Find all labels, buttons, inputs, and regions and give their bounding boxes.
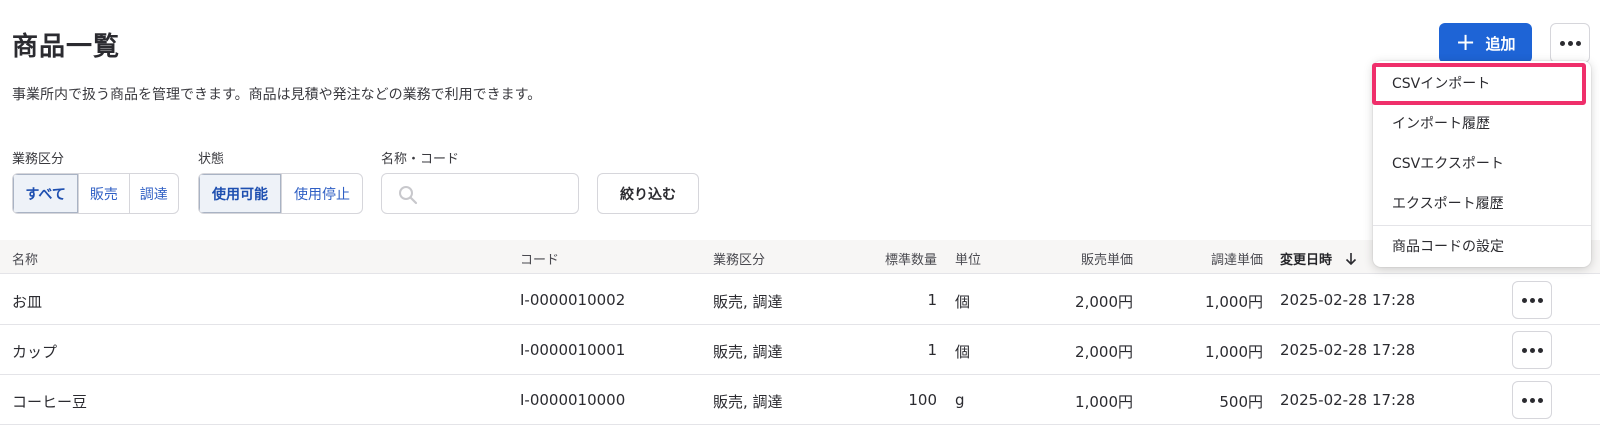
column-header-updated-at[interactable]: 変更日時 <box>1280 249 1357 270</box>
menu-item-csv-export[interactable]: CSVエクスポート <box>1373 143 1591 183</box>
cell-updated-at: 2025-02-28 17:28 <box>1280 391 1416 409</box>
menu-item-export-history[interactable]: エクスポート履歴 <box>1373 183 1591 223</box>
business-type-option-sales[interactable]: 販売 <box>78 174 128 213</box>
cell-name: コーヒー豆 <box>12 393 88 411</box>
status-option-active[interactable]: 使用可能 <box>199 174 281 213</box>
column-header-sales-price[interactable]: 販売単価 <box>1033 249 1133 268</box>
cell-code: I-0000010000 <box>520 391 626 409</box>
cell-sales-price: 1,000円 <box>1075 393 1133 411</box>
table-row[interactable]: お皿 I-0000010002 販売, 調達 1 個 2,000円 1,000円… <box>0 275 1600 325</box>
more-horizontal-icon <box>1521 347 1543 353</box>
cell-sales-price: 2,000円 <box>1075 343 1133 361</box>
cell-business-type: 販売, 調達 <box>713 343 783 361</box>
search-filter-label: 名称・コード <box>381 152 460 167</box>
table-header: 名称 コード 業務区分 標準数量 単位 販売単価 調達単価 変更日時 <box>0 240 1600 274</box>
column-header-standard-qty[interactable]: 標準数量 <box>857 249 937 268</box>
cell-name: カップ <box>12 343 58 361</box>
add-button[interactable]: + 追加 <box>1439 23 1532 63</box>
status-filter-label: 状態 <box>198 152 225 167</box>
add-button-label: 追加 <box>1485 34 1516 53</box>
cell-standard-qty: 1 <box>927 291 937 309</box>
page-title: 商品一覧 <box>12 32 121 62</box>
business-type-option-all[interactable]: すべて <box>13 174 79 213</box>
page-description: 事業所内で扱う商品を管理できます。商品は見積や発注などの業務で利用できます。 <box>12 87 542 103</box>
cell-code: I-0000010002 <box>520 291 626 309</box>
cell-standard-qty: 1 <box>927 341 937 359</box>
cell-unit: 個 <box>955 293 971 311</box>
cell-updated-at: 2025-02-28 17:28 <box>1280 291 1416 309</box>
apply-filter-button[interactable]: 絞り込む <box>597 173 699 214</box>
search-field <box>381 173 579 214</box>
column-header-code[interactable]: コード <box>520 249 559 268</box>
cell-updated-at: 2025-02-28 17:28 <box>1280 341 1416 359</box>
sort-desc-arrow-icon <box>1345 252 1357 270</box>
cell-name: お皿 <box>12 293 43 311</box>
business-type-filter-label: 業務区分 <box>12 152 65 167</box>
plus-icon: + <box>1455 28 1476 56</box>
row-more-button[interactable] <box>1512 381 1552 419</box>
menu-item-import-history[interactable]: インポート履歴 <box>1373 103 1591 143</box>
cell-standard-qty: 100 <box>908 391 937 409</box>
search-input[interactable] <box>422 182 572 206</box>
cell-purchase-price: 1,000円 <box>1205 293 1263 311</box>
column-header-business-type[interactable]: 業務区分 <box>713 249 765 268</box>
more-actions-button[interactable] <box>1550 23 1590 63</box>
cell-unit: 個 <box>955 343 971 361</box>
table-row[interactable]: コーヒー豆 I-0000010000 販売, 調達 100 g 1,000円 5… <box>0 375 1600 425</box>
cell-purchase-price: 1,000円 <box>1205 343 1263 361</box>
cell-purchase-price: 500円 <box>1219 393 1263 411</box>
highlight-box <box>1372 63 1586 105</box>
column-header-name[interactable]: 名称 <box>12 249 38 268</box>
column-header-purchase-price[interactable]: 調達単価 <box>1163 249 1263 268</box>
more-horizontal-icon <box>1559 40 1581 46</box>
cell-sales-price: 2,000円 <box>1075 293 1133 311</box>
column-header-unit[interactable]: 単位 <box>955 249 981 268</box>
cell-unit: g <box>955 391 965 409</box>
more-horizontal-icon <box>1521 397 1543 403</box>
cell-business-type: 販売, 調達 <box>713 293 783 311</box>
search-icon <box>398 185 418 209</box>
cell-code: I-0000010001 <box>520 341 626 359</box>
status-segmented-control: 使用可能 使用停止 <box>198 173 363 214</box>
table-row[interactable]: カップ I-0000010001 販売, 調達 1 個 2,000円 1,000… <box>0 325 1600 375</box>
menu-item-product-code-settings[interactable]: 商品コードの設定 <box>1373 226 1591 266</box>
row-more-button[interactable] <box>1512 331 1552 369</box>
status-option-suspended[interactable]: 使用停止 <box>280 174 362 213</box>
more-horizontal-icon <box>1521 297 1543 303</box>
business-type-option-procurement[interactable]: 調達 <box>128 174 178 213</box>
column-header-updated-at-label: 変更日時 <box>1280 253 1333 268</box>
cell-business-type: 販売, 調達 <box>713 393 783 411</box>
row-more-button[interactable] <box>1512 281 1552 319</box>
business-type-segmented-control: すべて 販売 調達 <box>12 173 179 214</box>
